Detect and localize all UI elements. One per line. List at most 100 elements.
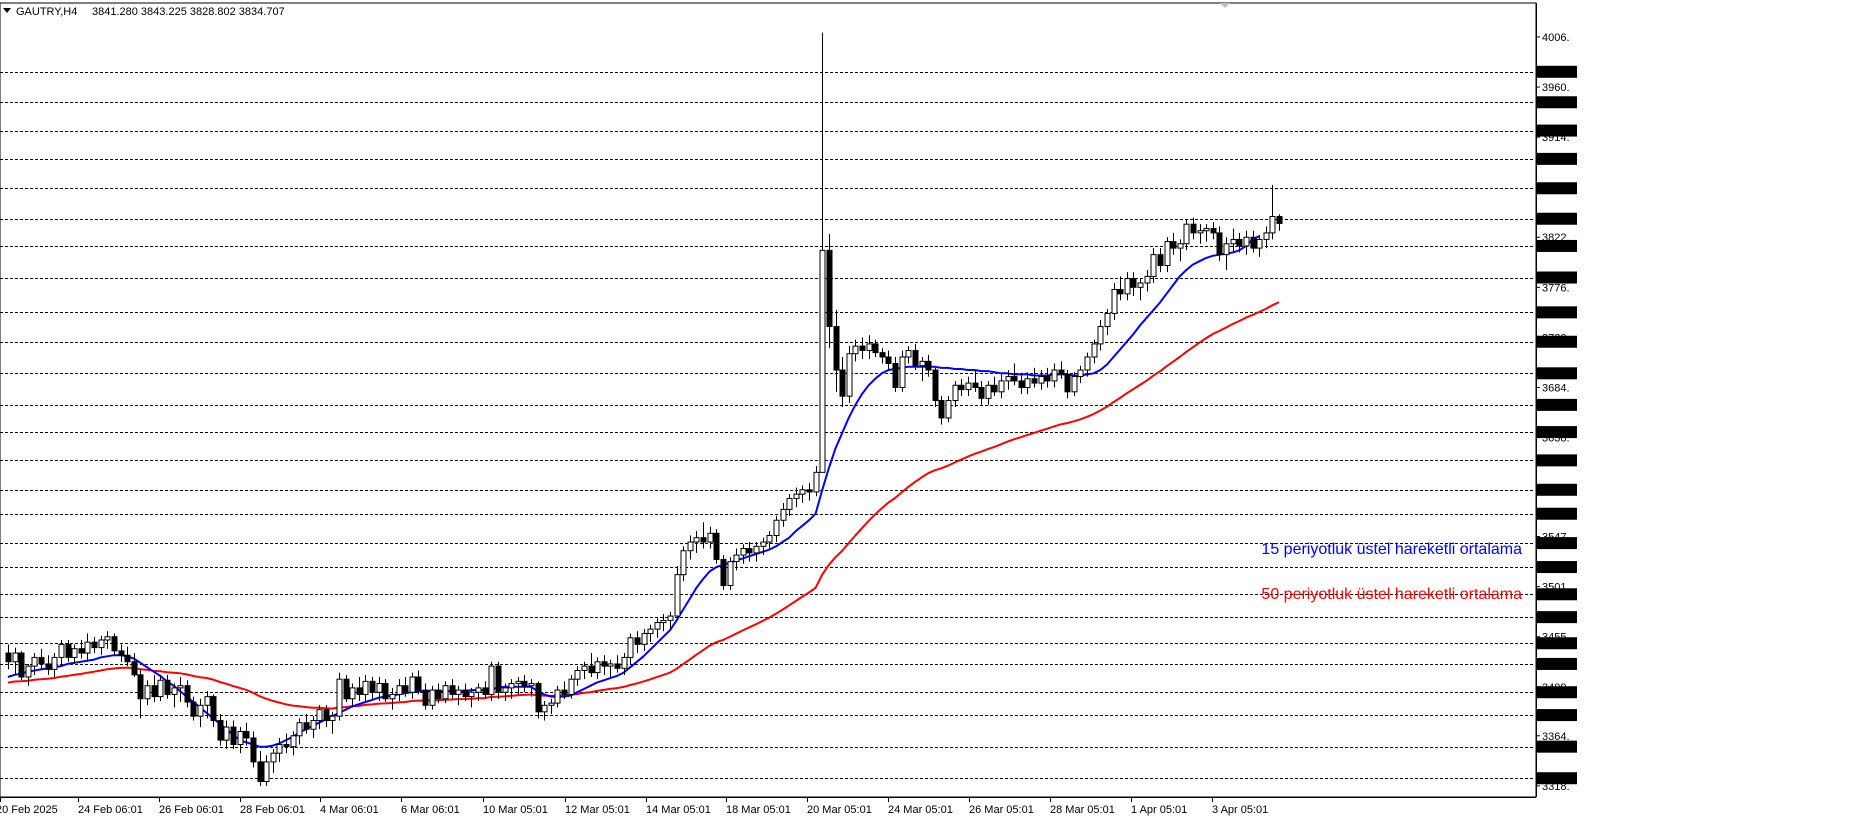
candlestick-chart[interactable]: 4006.3960.3914.3868.3822.3776.3730.3684.… — [0, 0, 1857, 816]
candle-bull — [693, 537, 700, 543]
price-tag-label: 3354. — [1540, 742, 1568, 754]
candle-bear — [892, 363, 899, 388]
candle-bull — [654, 622, 661, 630]
candle-bear — [250, 737, 257, 763]
price-tag-label: 3494. — [1540, 589, 1568, 601]
candle-bull — [1150, 254, 1157, 277]
x-tick-label: 24 Feb 06:01 — [78, 804, 143, 816]
candle-bear — [462, 689, 469, 698]
ohlc-readout: 3841.280 3843.225 3828.802 3834.707 — [92, 6, 285, 18]
price-tag-label: 3568. — [1540, 509, 1568, 521]
candle-bull — [1084, 356, 1091, 371]
chevron-down-icon[interactable] — [3, 8, 11, 13]
candle-bull — [568, 678, 575, 695]
candle-bull — [905, 349, 912, 358]
candle-bear — [972, 382, 979, 388]
candle-bull — [985, 384, 992, 399]
shift-marker-icon[interactable] — [1220, 3, 1230, 8]
candle-bull — [429, 689, 436, 706]
candle-bear — [1044, 376, 1051, 382]
candle-bear — [343, 678, 350, 700]
candle-bear — [879, 352, 886, 358]
candle-bear — [912, 349, 919, 367]
candle-bear — [190, 701, 197, 717]
candle-bull — [1091, 343, 1098, 358]
candle-bear — [859, 345, 866, 351]
candle-bull — [1243, 236, 1250, 247]
plot-frame — [0, 2, 1537, 798]
price-tag-label: 3383. — [1540, 710, 1568, 722]
candle-bear — [588, 665, 595, 674]
x-tick-label: 6 Mar 06:01 — [401, 804, 460, 816]
candle-bull — [468, 691, 475, 698]
candle-bull — [773, 519, 780, 536]
candle-bull — [1203, 228, 1210, 232]
candle-bear — [1018, 380, 1025, 388]
candle-bull — [1051, 369, 1058, 382]
candle-bull — [621, 656, 628, 669]
candle-bull — [276, 743, 283, 754]
symbol-label: GAUTRY,H4 — [16, 6, 77, 18]
y-tick-label: 3960. — [1542, 82, 1570, 94]
candle-bull — [223, 726, 230, 741]
candle-bull — [171, 687, 178, 695]
candle-bear — [422, 689, 429, 706]
candle-bull — [396, 685, 403, 695]
candle-bull — [1111, 288, 1118, 314]
price-tag-label: 3541. — [1540, 538, 1568, 550]
candle-bear — [382, 683, 389, 700]
candle-bull — [1177, 243, 1184, 249]
candle-bull — [336, 678, 343, 717]
candle-bull — [1104, 312, 1111, 328]
candle-bull — [919, 360, 926, 367]
candle-bear — [65, 643, 72, 658]
candle-bull — [409, 676, 416, 693]
chart-window: 4006.3960.3914.3868.3822.3776.3730.3684.… — [0, 0, 1857, 816]
candle-bull — [204, 696, 211, 706]
candle-bear — [449, 685, 456, 695]
candle-bear — [1236, 238, 1243, 247]
price-tag-label: 3519. — [1540, 562, 1568, 574]
candle-bear — [932, 369, 939, 402]
candle-bull — [753, 545, 760, 554]
candle-bull — [846, 353, 853, 397]
candle-bull — [270, 752, 277, 763]
candle-bull — [349, 687, 356, 700]
y-tick-label: 3684. — [1542, 382, 1570, 394]
candle-bull — [144, 685, 151, 700]
x-tick-label: 20 Mar 05:01 — [807, 804, 872, 816]
candle-bull — [799, 489, 806, 495]
candle-bull — [852, 345, 859, 355]
ema15-annotation: 15 periyotluk üstel hareketli ortalama — [1261, 541, 1522, 558]
candle-bull — [25, 665, 32, 678]
candle-bull — [627, 637, 634, 658]
candle-bull — [508, 683, 515, 689]
candle-bear — [1130, 278, 1137, 288]
candle-bear — [806, 489, 813, 493]
candle-bear — [1157, 254, 1164, 267]
candle-bear — [435, 689, 442, 700]
price-tag-label: 3449. — [1540, 638, 1568, 650]
candle-bull — [1144, 275, 1151, 284]
candle-bull — [488, 665, 495, 695]
candle-bull — [263, 761, 270, 782]
candle-bull — [866, 343, 873, 351]
candle-bear — [1058, 369, 1065, 375]
price-tag-label: 3404. — [1540, 687, 1568, 699]
candle-bear — [1170, 241, 1177, 249]
price-tag-label: 3814. — [1540, 241, 1568, 253]
price-tag-label: 3325. — [1540, 773, 1568, 785]
price-tag-label: 3839. — [1540, 214, 1568, 226]
candle-bull — [1256, 238, 1263, 249]
candle-bear — [991, 384, 998, 393]
x-tick-label: 26 Feb 06:01 — [159, 804, 224, 816]
candle-bull — [1071, 376, 1078, 393]
candle-bull — [687, 541, 694, 552]
candle-bull — [952, 384, 959, 402]
candle-bear — [5, 652, 12, 663]
candle-bull — [793, 493, 800, 499]
candle-bear — [535, 683, 542, 713]
candle-bear — [634, 637, 641, 645]
candle-bear — [1276, 216, 1283, 224]
x-tick-label: 18 Mar 05:01 — [726, 804, 791, 816]
